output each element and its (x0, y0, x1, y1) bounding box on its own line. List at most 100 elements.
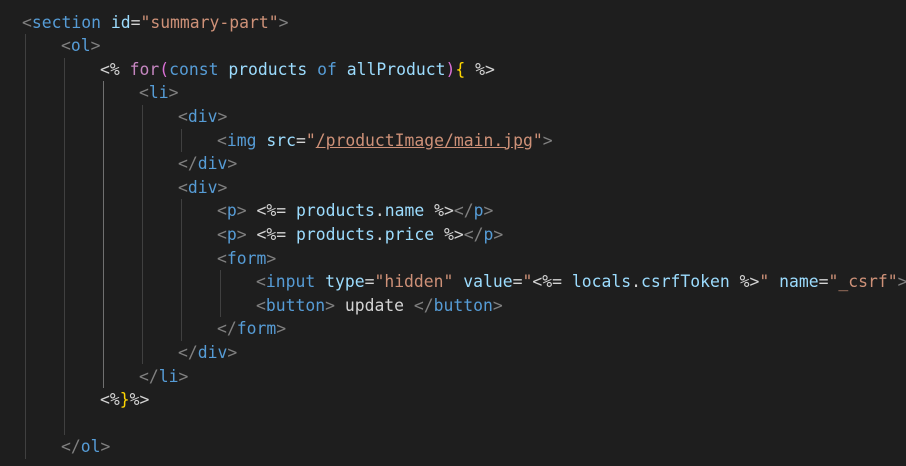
code-line[interactable]: <p> <%= products.name %></p> (217, 199, 493, 223)
code-token: > (100, 437, 111, 457)
indent-guide (64, 57, 65, 436)
code-token: p (483, 224, 494, 244)
code-line[interactable]: <button> update </button> (256, 294, 503, 318)
code-token: update (334, 295, 414, 315)
code-token: " (759, 272, 770, 292)
code-token: > (492, 295, 503, 315)
code-token: > (236, 201, 247, 221)
code-token: products (228, 59, 308, 79)
code-token: /productImage/main.jpg (315, 130, 533, 150)
code-token: <%= (532, 272, 572, 292)
indent-guide (220, 270, 221, 318)
code-line[interactable]: <p> <%= products.price %></p> (217, 223, 503, 247)
code-token: ( (159, 59, 170, 79)
code-token: > (542, 130, 553, 150)
code-token: button (265, 295, 326, 315)
code-token: </ (61, 437, 81, 457)
code-token: > (276, 319, 287, 339)
code-token: div (197, 342, 228, 362)
code-token: value (463, 272, 513, 292)
code-line[interactable]: <li> (139, 81, 179, 105)
code-token: li (158, 366, 179, 386)
code-token: src (266, 130, 296, 150)
code-token: of (317, 59, 337, 79)
code-token: p (226, 224, 237, 244)
code-token: csrfToken (640, 272, 730, 292)
code-token: = (130, 12, 141, 32)
code-line[interactable]: <img src="/productImage/main.jpg"> (217, 129, 553, 153)
code-editor[interactable]: <section id="summary-part"> <ol> <% for(co… (0, 0, 906, 466)
code-token: > (90, 36, 101, 56)
code-token: </ (178, 154, 198, 174)
code-token: %> (729, 272, 760, 292)
code-token: </ (453, 201, 474, 221)
code-token: p (473, 201, 484, 221)
code-token: = (295, 130, 306, 150)
code-token: < (217, 201, 227, 221)
code-line[interactable]: <% for(const products of allProduct){ %> (100, 58, 495, 82)
code-token: price (384, 224, 435, 244)
code-token: > (217, 177, 228, 197)
code-line[interactable]: <form> (217, 247, 276, 271)
code-token: const (169, 59, 219, 79)
code-token: div (197, 154, 228, 174)
code-token: <%= (246, 201, 296, 221)
code-token: . (631, 272, 641, 292)
code-token: > (278, 12, 289, 32)
code-token: " (532, 130, 543, 150)
code-token: " (305, 130, 316, 150)
code-token: < (22, 12, 32, 32)
code-token: img (226, 130, 257, 150)
code-line[interactable]: </li> (139, 365, 188, 389)
code-token: > (266, 248, 277, 268)
code-token: li (148, 83, 169, 103)
code-token: </ (217, 319, 237, 339)
code-token: button (433, 295, 493, 315)
code-token: "_csrf" (828, 272, 898, 292)
code-line[interactable]: <input type="hidden" value="<%= locals.c… (256, 270, 906, 294)
code-token: name (779, 272, 819, 292)
code-token: type (325, 272, 365, 292)
code-token: . (374, 201, 385, 221)
code-token: locals (571, 272, 632, 292)
code-token: > (217, 106, 228, 126)
code-line[interactable]: <div> (178, 176, 227, 200)
code-token: > (483, 201, 494, 221)
code-line[interactable]: <ol> (61, 34, 101, 58)
code-token: > (178, 366, 189, 386)
code-token: section (31, 12, 101, 32)
code-line[interactable]: </ol> (61, 435, 110, 459)
code-token: . (374, 224, 385, 244)
code-token: allProduct (346, 59, 446, 79)
code-line[interactable]: </div> (178, 341, 237, 365)
code-token: " (522, 272, 533, 292)
code-token: div (187, 106, 218, 126)
code-token: = (818, 272, 829, 292)
code-token: ol (80, 437, 101, 457)
code-line[interactable]: </form> (217, 317, 286, 341)
code-token: < (217, 248, 227, 268)
code-token: < (139, 83, 149, 103)
code-token: </ (463, 224, 484, 244)
code-token: ) (445, 59, 456, 79)
code-token: div (187, 177, 218, 197)
code-token: "summary-part" (140, 12, 279, 32)
code-token: %> (465, 59, 495, 79)
code-token: = (512, 272, 523, 292)
code-token: > (897, 272, 906, 292)
code-line[interactable]: <section id="summary-part"> (22, 11, 288, 35)
code-token: %> (424, 201, 454, 221)
code-token: > (168, 83, 179, 103)
code-line[interactable]: </div> (178, 152, 237, 176)
code-line[interactable]: <%}%> (100, 388, 149, 412)
code-token: > (325, 295, 335, 315)
code-token: > (227, 342, 238, 362)
code-token: = (364, 272, 375, 292)
code-line[interactable]: <div> (178, 105, 227, 129)
